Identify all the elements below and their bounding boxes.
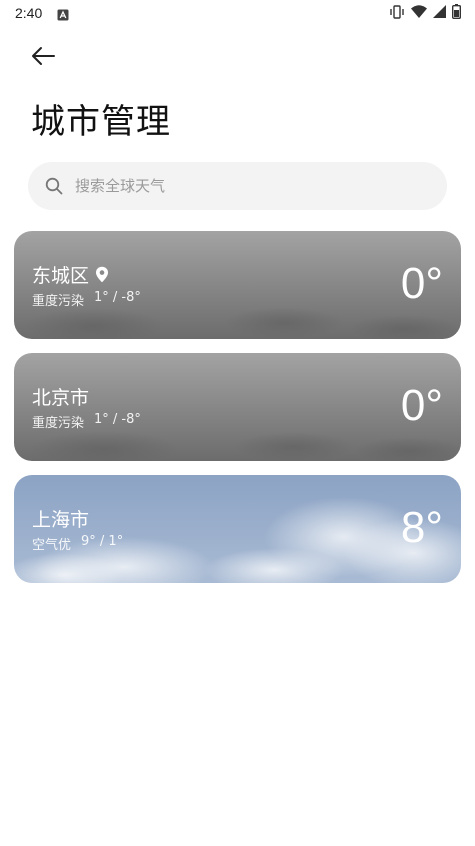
temp-range: 1° / -8° bbox=[94, 290, 141, 305]
city-name: 上海市 bbox=[32, 509, 90, 531]
battery-icon bbox=[452, 4, 461, 19]
current-temp: 0° bbox=[400, 381, 443, 430]
wifi-icon bbox=[411, 5, 427, 18]
city-sub: 重度污染 1° / -8° bbox=[32, 290, 141, 309]
city-name-row: 北京市 bbox=[32, 383, 89, 410]
air-quality: 重度污染 bbox=[32, 294, 85, 309]
location-pin-icon bbox=[95, 266, 109, 283]
air-quality: 空气优 bbox=[32, 538, 72, 553]
city-sub: 重度污染 1° / -8° bbox=[32, 412, 141, 431]
city-card-beijing[interactable]: 北京市 重度污染 1° / -8° 0° bbox=[14, 353, 461, 461]
status-bar: 2:40 bbox=[0, 0, 475, 26]
temp-range: 1° / -8° bbox=[94, 412, 141, 427]
city-name-row: 上海市 bbox=[32, 505, 89, 532]
vibrate-icon bbox=[389, 4, 405, 19]
status-time: 2:40 bbox=[15, 5, 43, 21]
city-name: 东城区 bbox=[32, 265, 90, 287]
search-bar[interactable] bbox=[28, 162, 447, 210]
air-quality: 重度污染 bbox=[32, 416, 85, 431]
back-button[interactable] bbox=[26, 43, 60, 73]
city-sub: 空气优 9° / 1° bbox=[32, 534, 123, 553]
current-temp: 8° bbox=[400, 503, 443, 552]
search-input[interactable] bbox=[73, 176, 377, 196]
temp-range: 9° / 1° bbox=[81, 534, 124, 549]
current-temp: 0° bbox=[400, 259, 443, 308]
status-icons bbox=[389, 4, 461, 19]
search-icon bbox=[44, 176, 64, 196]
page-title: 城市管理 bbox=[31, 102, 171, 142]
city-name: 北京市 bbox=[32, 387, 90, 409]
signal-icon bbox=[433, 5, 446, 18]
city-card-dongcheng[interactable]: 东城区 重度污染 1° / -8° 0° bbox=[14, 231, 461, 339]
arrow-left-icon bbox=[30, 46, 56, 70]
notification-a-icon bbox=[57, 6, 69, 21]
city-name-row: 东城区 bbox=[32, 261, 109, 288]
city-card-shanghai[interactable]: 上海市 空气优 9° / 1° 8° bbox=[14, 475, 461, 583]
